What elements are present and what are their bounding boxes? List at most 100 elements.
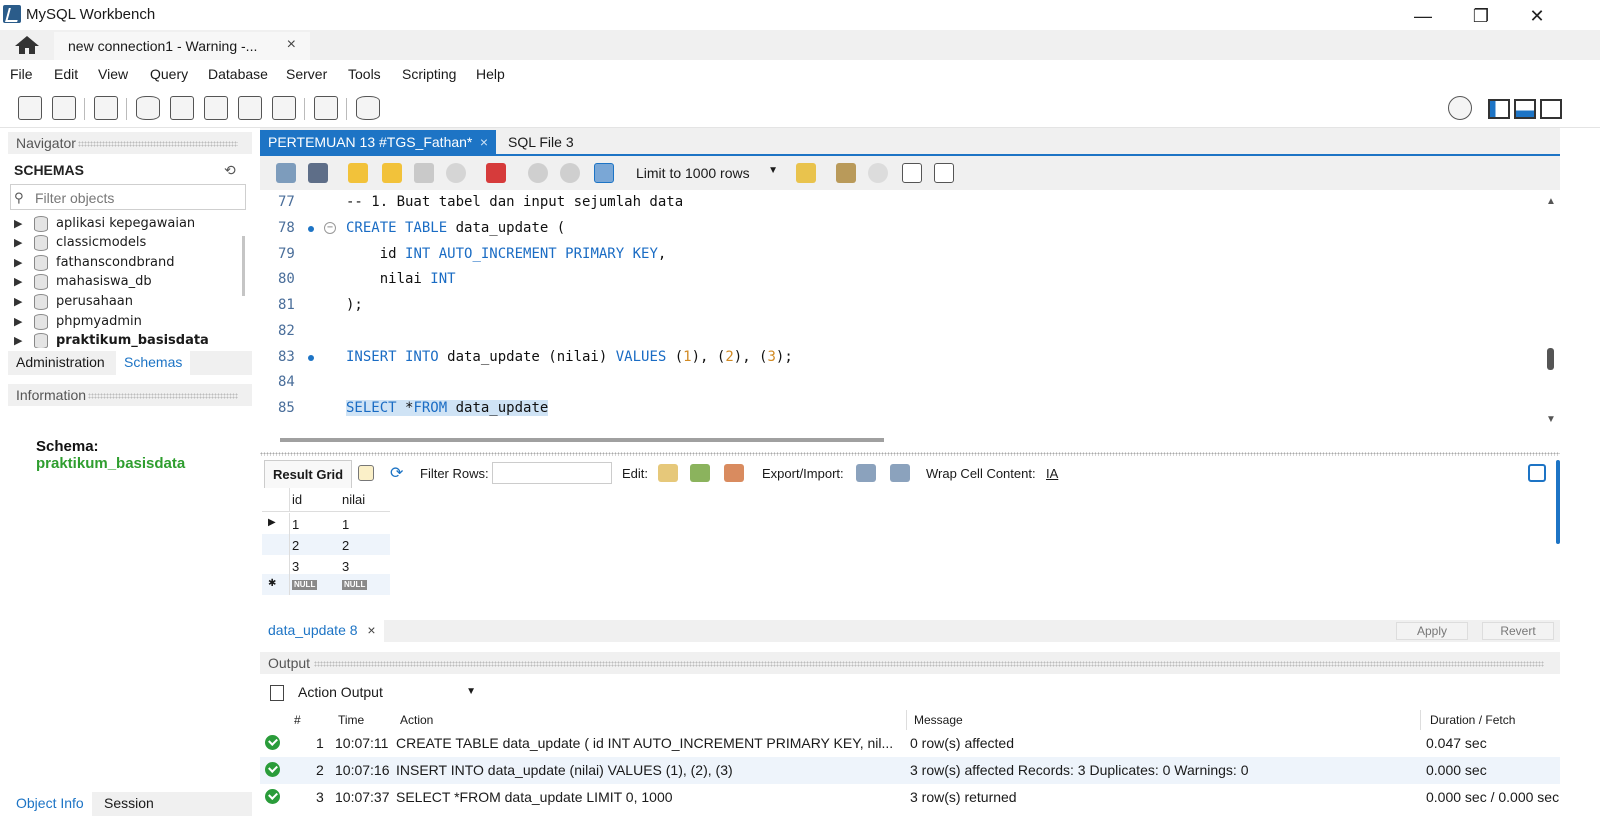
open-file-icon[interactable] — [276, 163, 296, 183]
explain-icon[interactable] — [414, 163, 434, 183]
insert-row-icon[interactable] — [690, 464, 710, 482]
stop-icon[interactable] — [446, 163, 466, 183]
cell-nilai[interactable]: 3 — [342, 559, 390, 574]
autocommit-icon[interactable] — [594, 163, 614, 183]
tab-schemas[interactable]: Schemas — [116, 351, 191, 375]
revert-button[interactable]: Revert — [1482, 622, 1554, 640]
tab-administration[interactable]: Administration — [8, 351, 113, 375]
filter-objects-input[interactable] — [35, 188, 241, 208]
table-row[interactable]: 3 3 — [262, 555, 390, 576]
output-type-select[interactable]: Action Output ▼ — [298, 684, 478, 704]
schema-item[interactable]: ▶ fathanscondbrand — [8, 253, 242, 273]
maximize-button[interactable]: ❐ — [1458, 4, 1504, 28]
cell-id[interactable]: 3 — [292, 559, 340, 574]
wrap-lines-icon[interactable] — [934, 163, 954, 183]
form-editor-icon[interactable] — [1528, 464, 1546, 482]
beautify-icon[interactable] — [836, 163, 856, 183]
column-divider[interactable] — [1420, 710, 1421, 730]
invisible-chars-icon[interactable] — [902, 163, 922, 183]
schema-scrollbar[interactable] — [242, 236, 245, 296]
execute-current-icon[interactable] — [382, 163, 402, 183]
menu-edit[interactable]: Edit — [54, 66, 78, 82]
schema-item[interactable]: ▶ mahasiswa_db — [8, 272, 242, 292]
toggle-output-icon[interactable] — [1514, 99, 1536, 119]
new-sql-tab-icon[interactable] — [18, 96, 42, 120]
home-icon[interactable] — [14, 35, 40, 55]
filter-rows-input[interactable] — [492, 462, 612, 484]
editor-tab-close-icon[interactable]: × — [480, 134, 488, 150]
editor-scrollbar[interactable]: ▲ ▼ — [1543, 190, 1560, 432]
create-view-icon[interactable] — [204, 96, 228, 120]
expand-arrow-icon[interactable]: ▶ — [14, 295, 22, 308]
schema-item[interactable]: ▶ aplikasi kepegawaian — [8, 214, 242, 234]
schema-item[interactable]: ▶ classicmodels — [8, 233, 242, 253]
menu-server[interactable]: Server — [286, 66, 327, 82]
output-row[interactable]: 1 10:07:11 CREATE TABLE data_update ( id… — [260, 730, 1560, 757]
cell-nilai-null[interactable]: NULL — [342, 575, 390, 590]
output-row[interactable]: 2 10:07:16 INSERT INTO data_update (nila… — [260, 757, 1560, 784]
menu-scripting[interactable]: Scripting — [402, 66, 456, 82]
limit-rows-select[interactable]: Limit to 1000 rows ▼ — [632, 162, 780, 184]
toggle-error-icon[interactable] — [486, 163, 506, 183]
import-icon[interactable] — [890, 464, 910, 482]
cell-nilai[interactable]: 1 — [342, 517, 390, 532]
toggle-secondary-sidebar-icon[interactable] — [1540, 99, 1562, 119]
create-procedure-icon[interactable] — [238, 96, 262, 120]
reconnect-icon[interactable] — [356, 96, 380, 120]
refresh-icon[interactable]: ⟳ — [390, 463, 403, 483]
cell-id[interactable]: 1 — [292, 517, 340, 532]
grid-view-icon[interactable] — [358, 465, 374, 481]
schema-item-active[interactable]: ▶ praktikum_basisdata — [8, 331, 242, 348]
connection-tab[interactable]: new connection1 - Warning -... × — [54, 32, 310, 60]
result-tab-data-update-8[interactable]: data_update 8 × — [260, 620, 384, 642]
expand-arrow-icon[interactable]: ▶ — [14, 256, 22, 269]
wrap-content-icon[interactable]: IA — [1046, 466, 1058, 481]
schema-item[interactable]: ▶ perusahaan — [8, 292, 242, 312]
delete-row-icon[interactable] — [724, 464, 744, 482]
result-tab-close-icon[interactable]: × — [367, 622, 375, 638]
result-grid-tab[interactable]: Result Grid — [264, 460, 353, 488]
new-row[interactable]: ✱ NULL NULL — [262, 574, 390, 595]
add-snippet-icon[interactable] — [796, 163, 816, 183]
menu-file[interactable]: File — [10, 66, 33, 82]
settings-gear-icon[interactable] — [1448, 96, 1472, 120]
column-header-nilai[interactable]: nilai — [342, 492, 390, 507]
apply-button[interactable]: Apply — [1396, 622, 1468, 640]
expand-arrow-icon[interactable]: ▶ — [14, 334, 22, 347]
export-icon[interactable] — [856, 464, 876, 482]
create-function-icon[interactable] — [272, 96, 296, 120]
connection-tab-close-icon[interactable]: × — [287, 36, 296, 54]
create-table-icon[interactable] — [170, 96, 194, 120]
commit-icon[interactable] — [528, 163, 548, 183]
rollback-icon[interactable] — [560, 163, 580, 183]
table-row[interactable]: ▶ 1 1 — [262, 513, 390, 534]
tab-pertemuan-13[interactable]: PERTEMUAN 13 #TGS_Fathan* × — [260, 130, 496, 156]
tab-session[interactable]: Session — [96, 792, 162, 816]
menu-tools[interactable]: Tools — [348, 66, 381, 82]
minimize-button[interactable]: — — [1400, 4, 1446, 28]
tab-sql-file-3[interactable]: SQL File 3 — [500, 130, 582, 156]
execute-icon[interactable] — [348, 163, 368, 183]
result-splitter[interactable] — [260, 452, 1560, 456]
output-row[interactable]: 3 10:07:37 SELECT *FROM data_update LIMI… — [260, 784, 1560, 811]
sql-code-editor[interactable]: 77 -- 1. Buat tabel dan input sejumlah d… — [260, 190, 1560, 432]
expand-arrow-icon[interactable]: ▶ — [14, 315, 22, 328]
create-schema-icon[interactable] — [136, 96, 160, 120]
editor-horizontal-scrollbar[interactable] — [280, 438, 884, 442]
fold-toggle-icon[interactable]: − — [324, 222, 336, 234]
expand-arrow-icon[interactable]: ▶ — [14, 275, 22, 288]
find-icon[interactable] — [868, 163, 888, 183]
search-table-data-icon[interactable] — [314, 96, 338, 120]
menu-help[interactable]: Help — [476, 66, 505, 82]
cell-id-null[interactable]: NULL — [292, 575, 340, 590]
expand-arrow-icon[interactable]: ▶ — [14, 236, 22, 249]
menu-query[interactable]: Query — [150, 66, 188, 82]
scroll-thumb[interactable] — [1547, 348, 1554, 370]
refresh-schemas-icon[interactable]: ⟲ — [224, 162, 236, 179]
scroll-down-icon[interactable]: ▼ — [1546, 414, 1556, 425]
save-icon[interactable] — [308, 163, 328, 183]
menu-view[interactable]: View — [98, 66, 128, 82]
close-window-button[interactable]: ✕ — [1514, 4, 1560, 28]
copy-icon[interactable] — [270, 685, 284, 701]
cell-nilai[interactable]: 2 — [342, 538, 390, 553]
